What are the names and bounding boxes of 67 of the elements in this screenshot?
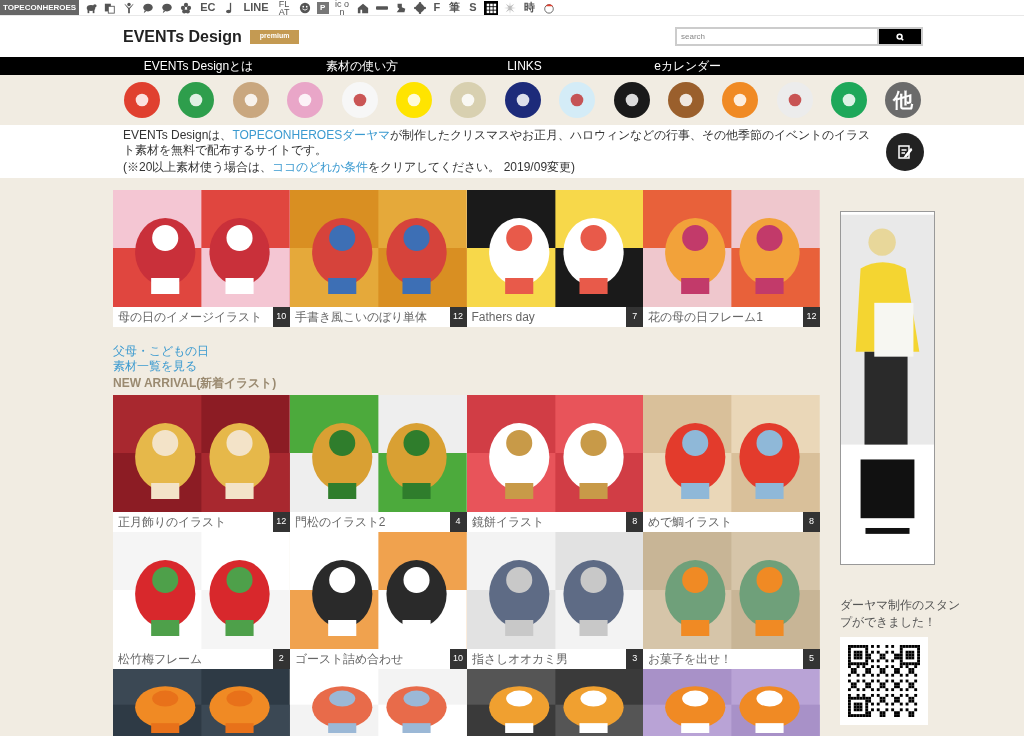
tile-caption-bar[interactable]: 正月飾りのイラスト 12 — [113, 512, 290, 532]
tile-caption-bar[interactable]: 鏡餅イラスト 8 — [466, 512, 644, 532]
site-description: EVENTs Designは、TOPECONHEROESダーヤマが制作したクリスマスやお正月、ハロウィンなどの行事、その他季節のイベントのイラスト素材を無料で配布するサイトです。 — [123, 128, 872, 158]
count-badge: 12 — [272, 512, 290, 532]
count-badge: 4 — [449, 512, 467, 532]
search-icon — [896, 32, 904, 41]
toolbar-link[interactable]: FL AT — [275, 0, 293, 16]
count-badge: 2 — [272, 649, 290, 669]
site-description: (※20以上素材使う場合は、ココのどれか条件をクリアしてください。 2019/09変更) — [123, 160, 577, 175]
category-icon[interactable] — [613, 82, 650, 118]
tile-title[interactable]: Fathers day — [466, 307, 627, 327]
tile-caption-bar[interactable]: 手書き風こいのぼり単体 12 — [289, 307, 467, 327]
tile-caption-bar[interactable]: 松竹梅フレーム 2 — [113, 649, 290, 669]
nav-link[interactable]: EVENTs Designとは — [117, 57, 280, 75]
tile-caption-bar[interactable]: 母の日のイメージイラスト 10 — [113, 307, 290, 327]
grid-icon[interactable] — [483, 0, 498, 15]
tile-title[interactable]: 松竹梅フレーム — [113, 649, 273, 669]
tile-title[interactable]: お菓子を出せ！ — [643, 649, 803, 669]
tile-title[interactable]: 門松のイラスト2 — [289, 512, 450, 532]
category-icon[interactable] — [504, 82, 541, 118]
toolbar-link[interactable]: P — [316, 1, 329, 14]
count-badge: 10 — [272, 307, 290, 327]
count-badge: 7 — [626, 307, 644, 327]
tile-title[interactable]: 指さしオオカミ男 — [466, 649, 627, 669]
tile-title[interactable]: めで鯛イラスト — [643, 512, 803, 532]
section-heading: NEW ARRIVAL(新着イラスト) — [113, 375, 278, 392]
stamp-promo-text: ダーヤマ制作のスタンプができました！ — [840, 597, 961, 631]
tile-caption-bar[interactable]: お菓子を出せ！ 5 — [643, 649, 820, 669]
tile-caption-bar[interactable]: ゴースト詰め合わせ 10 — [289, 649, 467, 669]
edit-button[interactable] — [886, 132, 924, 171]
smiley-icon[interactable] — [297, 0, 312, 15]
nav-link[interactable]: LINKS — [443, 57, 606, 75]
nav-link[interactable]: eカレンダー — [606, 57, 769, 75]
flower-icon[interactable] — [179, 0, 194, 15]
toolbar-link[interactable]: S — [467, 0, 479, 15]
tile-title[interactable]: 母の日のイメージイラスト — [113, 307, 273, 327]
brand-logo[interactable]: TOPECONHEROES — [0, 0, 80, 15]
count-badge: 3 — [626, 649, 644, 669]
tile-caption-bar[interactable]: めで鯛イラスト 8 — [643, 512, 820, 532]
nav-link[interactable]: 素材の使い方 — [280, 57, 443, 75]
search-button[interactable] — [877, 27, 923, 46]
site-logo[interactable]: EVENTs Design — [123, 24, 242, 49]
tile-caption-bar[interactable]: 花の母の日フレーム1 12 — [643, 307, 820, 327]
note-edit-icon — [897, 143, 913, 160]
category-icon[interactable]: 他 — [885, 82, 922, 118]
tile-title[interactable]: 手書き風こいのぼり単体 — [289, 307, 450, 327]
toolbar-link[interactable]: F — [431, 0, 443, 15]
toolbar-link[interactable]: ic on — [333, 0, 351, 16]
qr-code[interactable] — [840, 637, 928, 725]
search-field[interactable]: search — [675, 27, 877, 46]
tile-caption-bar[interactable]: 門松のイラスト2 4 — [289, 512, 467, 532]
toolbar-link[interactable]: 時 — [521, 0, 537, 15]
tile-title[interactable]: ゴースト詰め合わせ — [289, 649, 450, 669]
count-badge: 5 — [803, 649, 820, 669]
count-badge: 10 — [449, 649, 467, 669]
toolbar-link[interactable]: EC — [198, 0, 218, 15]
toolbar-link[interactable]: 筆 — [447, 0, 463, 15]
count-badge: 8 — [626, 512, 644, 532]
tile-title[interactable]: 鏡餅イラスト — [466, 512, 627, 532]
count-badge: 12 — [449, 307, 467, 327]
tile-caption-bar[interactable]: 指さしオオカミ男 3 — [466, 649, 644, 669]
count-badge: 8 — [803, 512, 820, 532]
toolbar-link[interactable]: LINE — [241, 0, 271, 15]
tile-title[interactable]: 花の母の日フレーム1 — [643, 307, 803, 327]
tile-caption-bar[interactable]: Fathers day 7 — [466, 307, 644, 327]
count-badge: 12 — [803, 307, 820, 327]
tile-title[interactable]: 正月飾りのイラスト — [113, 512, 273, 532]
